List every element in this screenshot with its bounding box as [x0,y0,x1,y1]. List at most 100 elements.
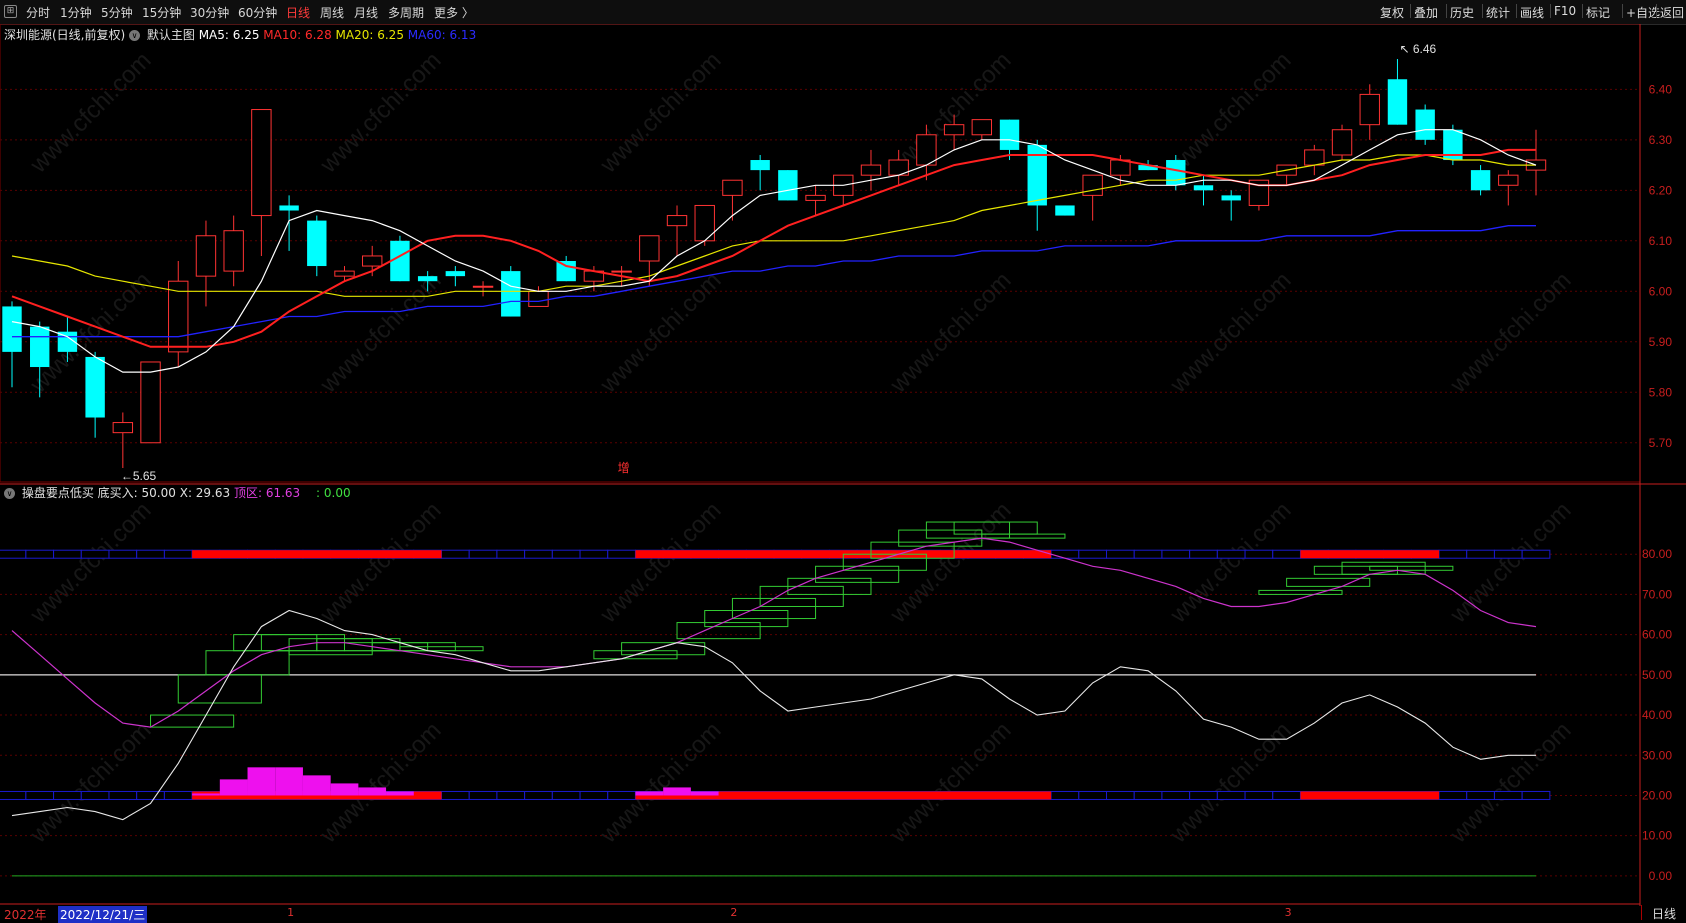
indicator-tick-label: 50.00 [1642,668,1672,682]
magenta-bar [330,783,359,796]
toolbar: ⊞ 分时 1分钟 5分钟 15分钟 30分钟 60分钟 日线 周线 月线 多周期 更多 〉 复权 叠加历… [0,0,1686,25]
band-cell [1493,549,1523,559]
period-tab-7[interactable]: 周线 [320,4,344,21]
candle-body [1221,195,1241,201]
indicator-tick-label: 40.00 [1642,708,1672,722]
band-cell [1161,790,1191,800]
band-cell [468,790,498,800]
indicator-tick-label: 80.00 [1642,547,1672,561]
toolbar-button-7[interactable]: +自选 [1626,4,1660,21]
candle-body [112,422,134,434]
toolbar-button-2[interactable]: 历史 [1450,4,1474,21]
toolbar-button-4[interactable]: 画线 [1520,4,1544,21]
candle-body [805,194,826,201]
toolbar-button-0[interactable]: 复权 [1380,4,1404,21]
candle-body [334,270,355,277]
band-cell [579,549,609,559]
band-cell [53,790,82,800]
price-tick-label: 5.80 [1649,385,1673,399]
period-tab-5[interactable]: 60分钟 [238,4,277,21]
band-cell [1272,790,1301,800]
period-tab-3[interactable]: 15分钟 [142,4,181,21]
period-tab-9[interactable]: 多周期 [388,4,424,21]
period-tab-1[interactable]: 1分钟 [60,4,92,21]
period-tab-8[interactable]: 月线 [354,4,378,21]
period-tab-0[interactable]: 分时 [26,4,50,21]
band-cell [607,790,636,800]
band-cell [1189,549,1218,559]
green-ladder-box [1258,589,1343,595]
template-name[interactable]: 默认主图 [147,28,195,42]
candle-body [501,271,521,317]
magenta-bar [192,793,220,796]
magenta-bar [635,791,664,796]
green-ladder-box [399,646,484,652]
toolbar-button-5[interactable]: F10 [1554,4,1576,18]
price-tick-label: 6.30 [1649,133,1673,147]
indicator-name[interactable]: 操盘要点低买 [22,486,94,500]
candle-body [666,215,688,227]
watermark-text: www.cfchi.com [1444,267,1576,399]
watermark-text: www.cfchi.com [24,47,156,179]
band-cell [1161,549,1191,559]
band-cell [1078,790,1108,800]
period-label[interactable]: 日线 [1641,905,1686,921]
price-tick-label: 5.70 [1649,436,1673,450]
band-cell [1133,790,1163,800]
toolbar-button-1[interactable]: 叠加 [1414,4,1438,21]
period-tab-2[interactable]: 5分钟 [101,4,133,21]
month-tick-3: 3 [1284,906,1292,919]
candle-body [85,356,105,418]
green-ladder-box [288,638,373,656]
chart-area: www.cfchi.com www.cfchi.com www.cfchi.com w… [0,24,1686,906]
toolbar-separator [1656,4,1657,18]
band-red-segment [192,550,442,559]
band-cell [440,549,470,559]
price-tick-label: 6.20 [1649,183,1673,197]
toolbar-separator [1622,4,1623,18]
toolbar-button-3[interactable]: 统计 [1486,4,1510,21]
watermark-text: www.cfchi.com [1444,497,1576,629]
toolbar-button-8[interactable]: 返回 [1660,4,1684,21]
toolbar-separator [1550,4,1551,18]
ma60-value: MA60: 6.13 [407,28,477,42]
candle-body [860,164,882,176]
ma20-value: MA20: 6.25 [335,28,404,42]
watermark-text: www.cfchi.com [314,717,446,849]
chevron-down-icon[interactable]: ∨ [129,30,141,41]
time-axis: 2022年 2022/12/21/三 1 2 3 [0,906,1686,923]
x-value: X: 29.63 [179,486,231,500]
band-cell [1050,790,1080,800]
period-tab-6[interactable]: 日线 [286,4,310,21]
band-cell [1466,549,1495,559]
main-legend: 深圳能源(日线,前复权) ∨ 默认主图 MA5: 6.25 MA10: 6.28… [4,26,476,43]
band-cell [1244,790,1274,800]
candle-body [307,220,327,267]
watermark-text: www.cfchi.com [1164,267,1296,399]
menu-icon[interactable]: ⊞ [4,5,17,18]
cursor-date: 2022/12/21/三 [58,906,148,923]
buy-value: 底买入: 50.00 [97,486,176,500]
band-cell [1438,790,1468,800]
candle-body [362,255,383,267]
watermark-text: www.cfchi.com [594,717,726,849]
band-cell [80,549,110,559]
candle-body [1166,160,1186,186]
candle-body [1082,174,1103,196]
candle-body [279,205,299,211]
band-red-segment [1300,791,1440,800]
band-cell [108,790,138,800]
toolbar-separator [1446,4,1447,18]
toolbar-separator [1516,4,1517,18]
low-annotation: ←5.65 [121,469,157,483]
toolbar-button-6[interactable]: 标记 [1586,4,1610,21]
indicator-legend: ∨ 操盘要点低买 底买入: 50.00 X: 29.63 顶区: 61.63 :… [4,484,351,501]
chevron-down-icon[interactable]: ∨ [4,488,15,499]
band-cell [1216,549,1246,559]
watermark-text: www.cfchi.com [1164,717,1296,849]
period-tab-4[interactable]: 30分钟 [190,4,229,21]
candle-body [30,326,50,368]
band-cell [607,549,636,559]
green-ladder-box [759,585,844,607]
period-tab-10[interactable]: 更多 〉 [434,4,474,21]
